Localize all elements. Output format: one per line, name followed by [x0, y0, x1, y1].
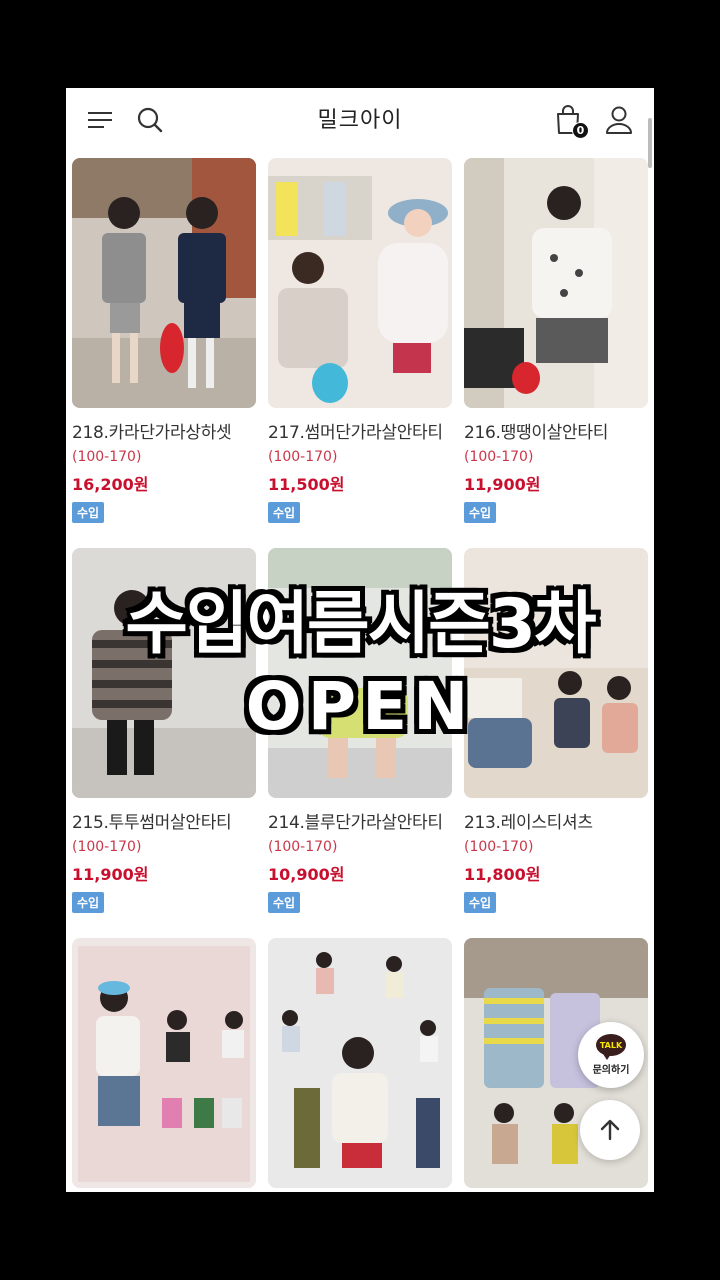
product-card[interactable]	[268, 938, 452, 1188]
product-size: (100-170)	[268, 449, 338, 465]
scrollbar[interactable]	[648, 118, 652, 168]
cart-count-badge: 0	[572, 122, 589, 139]
scroll-top-button[interactable]	[580, 1100, 640, 1160]
arrow-up-icon	[600, 1119, 620, 1141]
product-image[interactable]	[268, 548, 452, 798]
top-bar: 밀크아이 0	[66, 88, 654, 152]
talk-chat-icon: TALK	[596, 1034, 626, 1060]
import-badge: 수입	[72, 892, 105, 913]
product-price: 11,900원	[464, 475, 541, 494]
product-card[interactable]: 218.카라단가라상하셋 (100-170) 16,200원 수입	[72, 158, 256, 523]
product-card[interactable]: 217.썸머단가라살안타티 (100-170) 11,500원 수입	[268, 158, 452, 523]
import-badge: 수입	[72, 502, 105, 523]
product-card[interactable]: 215.투투썸머살안타티 (100-170) 11,900원 수입	[72, 548, 256, 913]
product-card[interactable]	[72, 938, 256, 1188]
product-price: 11,900원	[72, 865, 149, 884]
product-image[interactable]	[464, 158, 648, 408]
product-name[interactable]: 214.블루단가라살안타티	[268, 808, 452, 833]
search-icon	[137, 107, 163, 133]
talk-label: 문의하기	[592, 1065, 630, 1076]
product-price: 11,500원	[268, 475, 345, 494]
product-price: 16,200원	[72, 475, 149, 494]
product-name[interactable]: 215.투투썸머살안타티	[72, 808, 256, 833]
app-screen: 밀크아이 0 218.카라단가라상하셋 (100-170) 16,200원 수입…	[66, 88, 654, 1192]
product-image[interactable]	[72, 938, 256, 1188]
import-badge: 수입	[464, 502, 497, 523]
product-price: 10,900원	[268, 865, 345, 884]
product-card[interactable]: 214.블루단가라살안타티 (100-170) 10,900원 수입	[268, 548, 452, 913]
menu-button[interactable]	[80, 100, 120, 140]
product-name[interactable]: 217.썸머단가라살안타티	[268, 418, 452, 443]
user-icon	[606, 106, 632, 134]
product-card[interactable]: 213.레이스티셔츠 (100-170) 11,800원 수입	[464, 548, 648, 913]
product-image[interactable]	[464, 548, 648, 798]
menu-icon	[88, 112, 112, 128]
product-card[interactable]: 216.땡땡이살안타티 (100-170) 11,900원 수입	[464, 158, 648, 523]
product-size: (100-170)	[72, 449, 142, 465]
product-name[interactable]: 216.땡땡이살안타티	[464, 418, 648, 443]
product-image[interactable]	[72, 158, 256, 408]
product-image[interactable]	[268, 158, 452, 408]
kakao-talk-button[interactable]: TALK 문의하기	[578, 1022, 644, 1088]
product-image[interactable]	[268, 938, 452, 1188]
import-badge: 수입	[268, 502, 301, 523]
import-badge: 수입	[268, 892, 301, 913]
product-size: (100-170)	[72, 839, 142, 855]
product-size: (100-170)	[464, 449, 534, 465]
cart-button[interactable]: 0	[548, 100, 589, 140]
product-name[interactable]: 218.카라단가라상하셋	[72, 418, 256, 443]
search-button[interactable]	[130, 100, 170, 140]
product-size: (100-170)	[464, 839, 534, 855]
product-price: 11,800원	[464, 865, 541, 884]
product-name[interactable]: 213.레이스티셔츠	[464, 808, 648, 833]
product-size: (100-170)	[268, 839, 338, 855]
user-button[interactable]	[599, 100, 639, 140]
product-image[interactable]	[72, 548, 256, 798]
import-badge: 수입	[464, 892, 497, 913]
